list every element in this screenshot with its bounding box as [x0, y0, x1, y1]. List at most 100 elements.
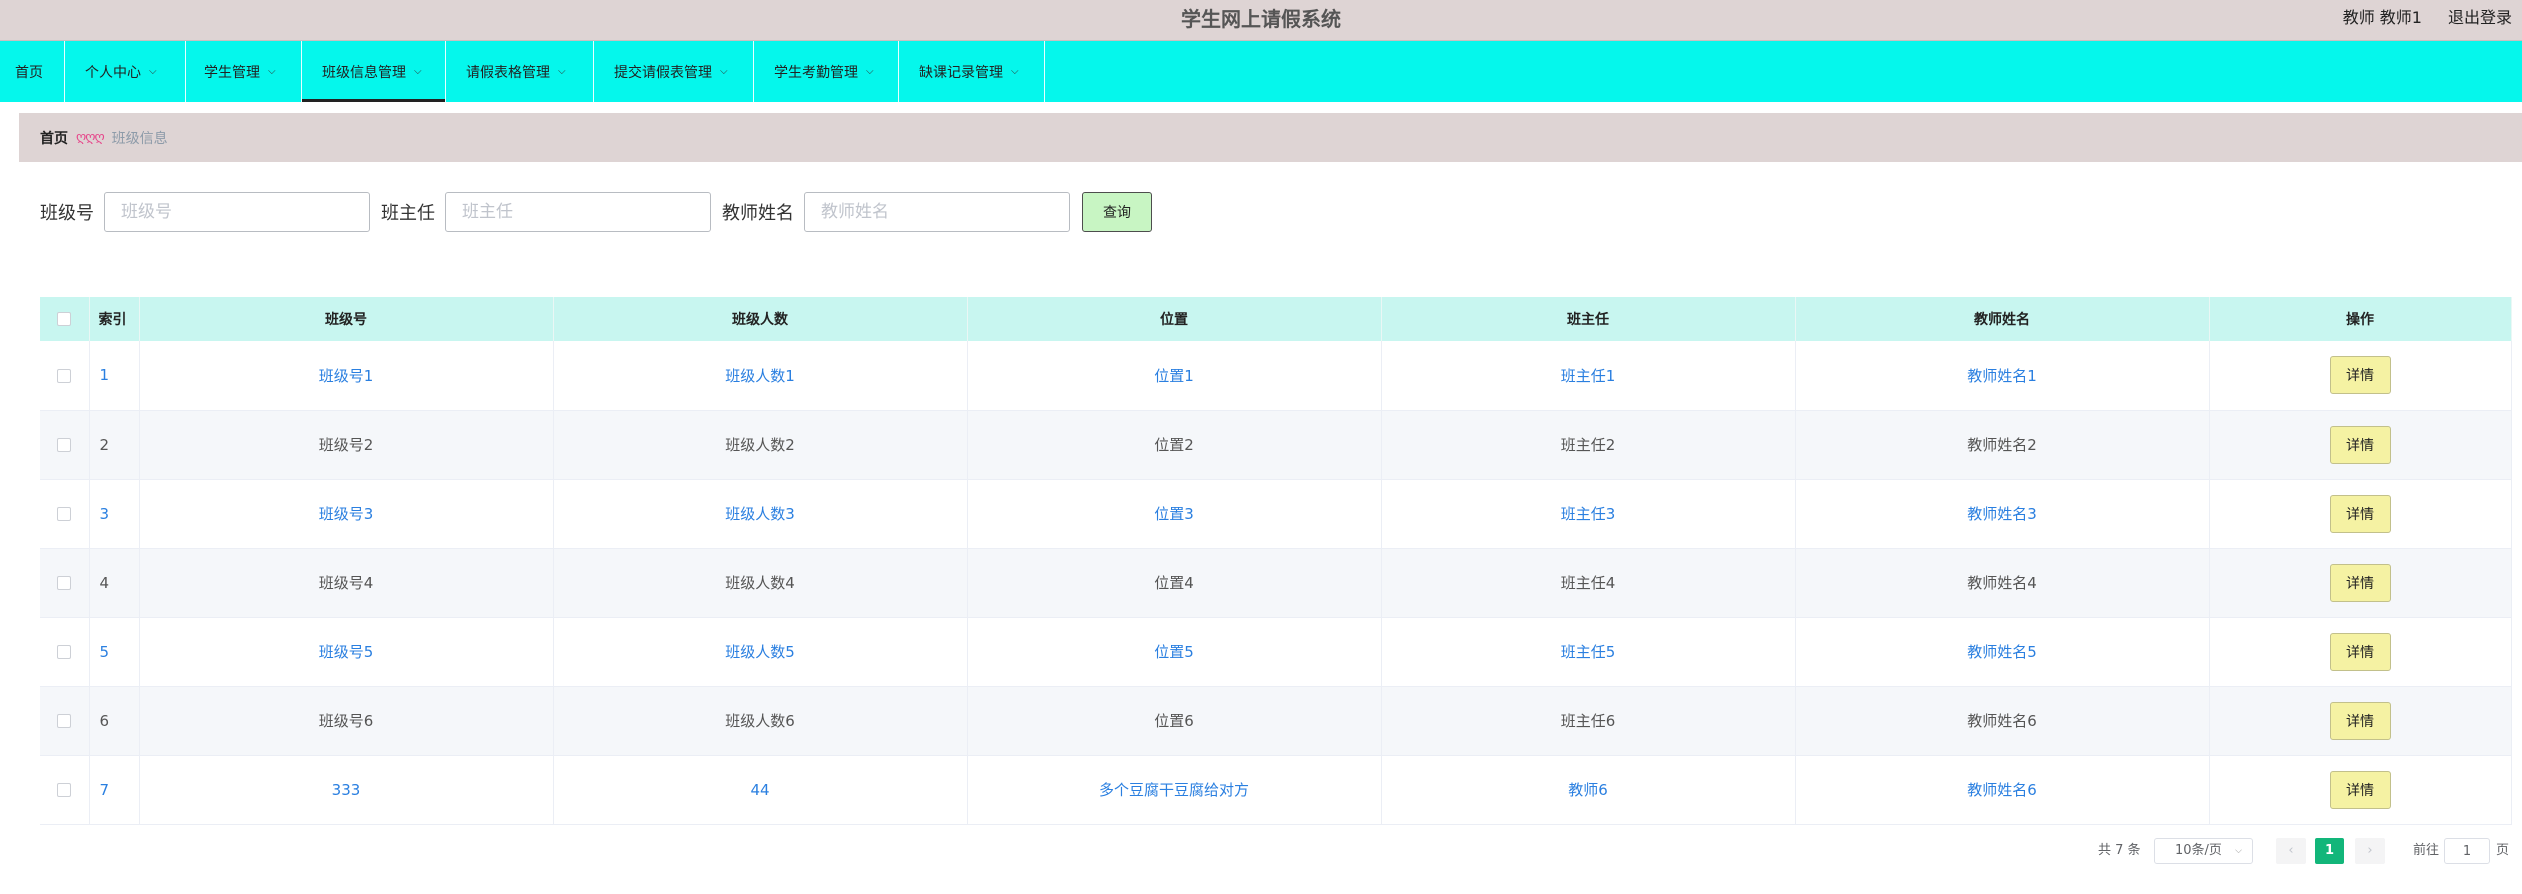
page-number-current[interactable]: 1: [2315, 838, 2344, 864]
cell-head-teacher: 班主任2: [1381, 410, 1796, 480]
prev-page-button[interactable]: ‹: [2276, 838, 2306, 864]
cell-head-teacher: 班主任5: [1381, 617, 1796, 687]
cell-class-no: 班级号1: [139, 341, 554, 411]
cell-index: 3: [89, 479, 140, 549]
cell-teacher-name: 教师姓名6: [1795, 755, 2210, 825]
column-header-action: 操作: [2209, 297, 2512, 341]
nav-item-attendance-management[interactable]: 学生考勤管理 ⌵: [754, 41, 899, 102]
cell-action: 详情: [2209, 479, 2512, 549]
row-checkbox-cell: [40, 686, 90, 756]
row-checkbox-cell: [40, 548, 90, 618]
row-checkbox[interactable]: [57, 783, 72, 797]
chevron-down-icon: ⌵: [720, 66, 728, 77]
table-row[interactable]: 2 班级号2 班级人数2 位置2 班主任2 教师姓名2 详情: [40, 410, 2512, 480]
nav-item-label: 缺课记录管理: [919, 64, 1003, 81]
select-all-checkbox[interactable]: [57, 312, 72, 326]
nav-item-home[interactable]: 首页: [0, 41, 65, 102]
cell-class-size: 44: [553, 755, 968, 825]
goto-page-input[interactable]: [2444, 838, 2490, 864]
cell-action: 详情: [2209, 686, 2512, 756]
breadcrumb-home[interactable]: 首页: [40, 128, 68, 148]
detail-button[interactable]: 详情: [2329, 632, 2391, 671]
nav-item-personal-center[interactable]: 个人中心 ⌵: [65, 41, 186, 102]
nav-item-student-management[interactable]: 学生管理 ⌵: [186, 41, 302, 102]
column-header-teacher-name: 教师姓名: [1795, 297, 2210, 341]
cell-class-size: 班级人数3: [553, 479, 968, 549]
table-row[interactable]: 5 班级号5 班级人数5 位置5 班主任5 教师姓名5 详情: [40, 617, 2512, 687]
goto-unit-label: 页: [2496, 843, 2510, 858]
chevron-down-icon: ⌵: [268, 66, 276, 77]
cell-action: 详情: [2209, 410, 2512, 480]
nav-item-class-info-management[interactable]: 班级信息管理 ⌵: [302, 41, 446, 102]
table-row[interactable]: 3 班级号3 班级人数3 位置3 班主任3 教师姓名3 详情: [40, 479, 2512, 549]
select-all-header: [40, 297, 90, 341]
column-header-location: 位置: [967, 297, 1382, 341]
goto-label: 前往: [2413, 843, 2440, 858]
nav-item-label: 首页: [15, 64, 43, 81]
chevron-down-icon: ⌵: [414, 66, 422, 77]
logout-link[interactable]: 退出登录: [2448, 0, 2512, 36]
detail-button[interactable]: 详情: [2329, 563, 2391, 602]
cell-teacher-name: 教师姓名1: [1795, 341, 2210, 411]
row-checkbox[interactable]: [57, 438, 72, 452]
table-row[interactable]: 6 班级号6 班级人数6 位置6 班主任6 教师姓名6 详情: [40, 686, 2512, 756]
detail-button[interactable]: 详情: [2329, 494, 2391, 533]
table-row[interactable]: 7 333 44 多个豆腐干豆腐给对方 教师6 教师姓名6 详情: [40, 755, 2512, 825]
main-navbar: 首页 个人中心 ⌵ 学生管理 ⌵ 班级信息管理 ⌵ 请假表格管理 ⌵ 提交请假表…: [0, 41, 2522, 102]
row-checkbox[interactable]: [57, 714, 72, 728]
cell-class-size: 班级人数4: [553, 548, 968, 618]
detail-button[interactable]: 详情: [2329, 770, 2391, 809]
cell-index: 6: [89, 686, 140, 756]
cell-class-no: 班级号3: [139, 479, 554, 549]
cell-action: 详情: [2209, 755, 2512, 825]
cell-location: 位置3: [967, 479, 1382, 549]
nav-item-submitted-leave-management[interactable]: 提交请假表管理 ⌵: [594, 41, 754, 102]
row-checkbox[interactable]: [57, 645, 72, 659]
cell-action: 详情: [2209, 617, 2512, 687]
cell-index: 2: [89, 410, 140, 480]
head-teacher-label: 班主任: [381, 203, 435, 224]
app-title: 学生网上请假系统: [1181, 7, 1341, 31]
pagination-total: 共 7 条: [2098, 843, 2141, 858]
next-page-button[interactable]: ›: [2355, 838, 2385, 864]
cell-teacher-name: 教师姓名4: [1795, 548, 2210, 618]
row-checkbox-cell: [40, 410, 90, 480]
breadcrumb-current: 班级信息: [111, 130, 168, 147]
cell-teacher-name: 教师姓名2: [1795, 410, 2210, 480]
row-checkbox[interactable]: [57, 507, 72, 521]
chevron-down-icon: ⌵: [1011, 66, 1019, 77]
head-teacher-input[interactable]: [445, 192, 711, 232]
nav-item-label: 提交请假表管理: [614, 64, 712, 81]
table-row[interactable]: 1 班级号1 班级人数1 位置1 班主任1 教师姓名1 详情: [40, 341, 2512, 411]
nav-item-leave-form-management[interactable]: 请假表格管理 ⌵: [446, 41, 594, 102]
chevron-down-icon: ⌵: [2235, 846, 2242, 856]
column-header-class-no: 班级号: [139, 297, 554, 341]
teacher-name-input[interactable]: [804, 192, 1070, 232]
cell-class-no: 班级号4: [139, 548, 554, 618]
column-header-class-size: 班级人数: [553, 297, 968, 341]
nav-item-absence-record-management[interactable]: 缺课记录管理 ⌵: [899, 41, 1045, 102]
current-user: 教师 教师1: [2342, 8, 2422, 27]
cell-index: 4: [89, 548, 140, 618]
cell-location: 多个豆腐干豆腐给对方: [967, 755, 1382, 825]
row-checkbox[interactable]: [57, 368, 72, 383]
class-no-input[interactable]: [104, 192, 370, 232]
detail-button[interactable]: 详情: [2329, 425, 2391, 464]
cell-head-teacher: 班主任3: [1381, 479, 1796, 549]
row-checkbox[interactable]: [57, 576, 72, 590]
query-button[interactable]: 查询: [1082, 192, 1152, 232]
cell-class-size: 班级人数5: [553, 617, 968, 687]
nav-item-label: 学生管理: [204, 64, 260, 81]
cell-location: 位置4: [967, 548, 1382, 618]
table-row[interactable]: 4 班级号4 班级人数4 位置4 班主任4 教师姓名4 详情: [40, 548, 2512, 618]
cell-action: 详情: [2209, 548, 2512, 618]
breadcrumb: 首页 ღღღ 班级信息: [19, 113, 2522, 162]
detail-button[interactable]: 详情: [2329, 356, 2391, 395]
page-size-select[interactable]: 10条/页 ⌵: [2154, 838, 2253, 864]
detail-button[interactable]: 详情: [2329, 701, 2391, 740]
nav-item-label: 班级信息管理: [322, 64, 406, 81]
cell-class-size: 班级人数2: [553, 410, 968, 480]
cell-head-teacher: 教师6: [1381, 755, 1796, 825]
cell-index: 7: [89, 755, 140, 825]
cell-location: 位置1: [967, 341, 1382, 411]
